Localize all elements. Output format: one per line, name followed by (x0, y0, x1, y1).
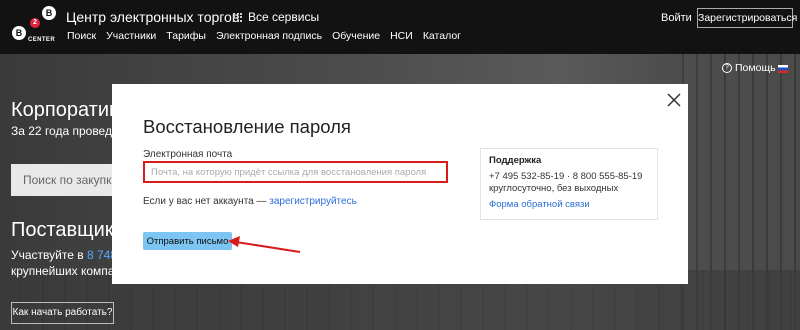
logo-badge: 2 (30, 18, 40, 28)
logo-letter-right: B (42, 6, 56, 20)
help-icon: ? (722, 63, 732, 73)
nav-item-training[interactable]: Обучение (332, 30, 380, 42)
all-services-button[interactable]: Все сервисы (233, 10, 319, 24)
modal-title: Восстановление пароля (143, 116, 351, 137)
support-hours: круглосуточно, без выходных (489, 183, 619, 194)
register-link[interactable]: зарегистрируйтесь (269, 196, 357, 207)
close-icon[interactable] (666, 92, 682, 108)
logo-letter-left: B (12, 26, 26, 40)
support-phones: +7 495 532-85-19 · 8 800 555-85-19 (489, 171, 643, 182)
site-logo[interactable]: B 2 B CENTER (6, 4, 58, 50)
email-field[interactable] (143, 161, 448, 183)
support-box: Поддержка +7 495 532-85-19 · 8 800 555-8… (480, 148, 658, 220)
site-title[interactable]: Центр электронных торгов (66, 9, 239, 25)
how-to-start-button[interactable]: Как начать работать? (11, 302, 114, 324)
nav-item-catalog[interactable]: Каталог (423, 30, 461, 42)
support-title: Поддержка (489, 155, 542, 166)
corporate-subtitle: За 22 года провед (11, 124, 112, 138)
email-label: Электронная почта (143, 149, 233, 160)
password-recovery-modal: Восстановление пароля Электронная почта … (112, 84, 688, 284)
nav-item-e-signature[interactable]: Электронная подпись (216, 30, 322, 42)
help-label: Помощь (735, 62, 776, 74)
top-header: B 2 B CENTER Центр электронных торгов Вс… (0, 0, 800, 54)
no-account-text: Если у вас нет аккаунта — зарегистрируйт… (143, 196, 357, 207)
help-link[interactable]: ? Помощь (722, 62, 776, 74)
corporate-heading: Корпоратив (11, 99, 120, 121)
russian-flag-icon[interactable] (778, 65, 788, 73)
suppliers-subtitle: Участвуйте в 8 748 (11, 248, 117, 262)
logo-caption: CENTER (28, 37, 56, 43)
nav-item-nsi[interactable]: НСИ (390, 30, 413, 42)
main-nav: Поиск Участники Тарифы Электронная подпи… (67, 30, 461, 42)
grid-icon (233, 12, 242, 22)
suppliers-subtitle-2: крупнейших компан (11, 264, 122, 278)
feedback-form-link[interactable]: Форма обратной связи (489, 199, 649, 210)
login-link[interactable]: Войти (661, 12, 692, 24)
all-services-label: Все сервисы (248, 10, 320, 24)
nav-item-search[interactable]: Поиск (67, 30, 96, 42)
nav-item-tariffs[interactable]: Тарифы (166, 30, 206, 42)
send-email-button[interactable]: Отправить письмо (143, 232, 232, 250)
register-button[interactable]: Зарегистрироваться (697, 8, 797, 28)
nav-item-participants[interactable]: Участники (106, 30, 156, 42)
